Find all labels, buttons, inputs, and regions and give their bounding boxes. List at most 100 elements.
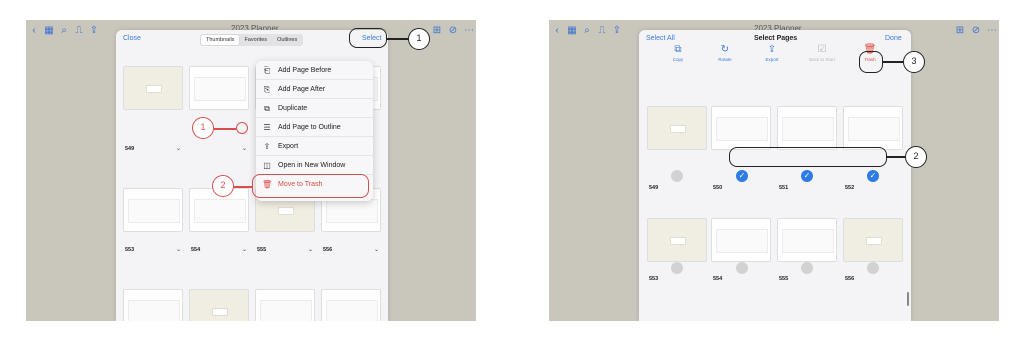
- page-content: [212, 308, 228, 316]
- page-content: [128, 199, 180, 223]
- menu-item-add-page-to-outline[interactable]: ☰ Add Page to Outline: [256, 119, 373, 137]
- search-icon[interactable]: ⌕: [581, 25, 593, 36]
- page-number: 556: [845, 276, 855, 282]
- chevron-down-icon[interactable]: ⌄: [374, 246, 379, 253]
- select-pages-sheet: Select All Select Pages Done ⧉ Copy ↻ Ro…: [639, 30, 911, 321]
- back-to-start-icon: ☑: [817, 44, 827, 55]
- page-thumbnail[interactable]: [321, 289, 381, 321]
- callout-leader-line: [887, 156, 905, 158]
- scrollbar[interactable]: [907, 292, 909, 306]
- bookmark-icon[interactable]: ⎍: [596, 25, 608, 36]
- select-highlight-ring: [349, 28, 387, 48]
- rotate-button[interactable]: ↻ Rotate: [705, 44, 745, 62]
- markup-icon[interactable]: ⊘: [447, 25, 459, 36]
- page-thumbnail[interactable]: [711, 218, 771, 262]
- back-icon[interactable]: ‹: [28, 25, 40, 36]
- tab-thumbnails[interactable]: Thumbnails: [201, 35, 240, 45]
- close-button[interactable]: Close: [123, 35, 141, 42]
- share-icon[interactable]: ⇪: [88, 25, 100, 36]
- page-thumbnail[interactable]: [189, 289, 249, 321]
- menu-item-label: Add Page After: [278, 86, 326, 93]
- page-number: 549: [125, 146, 135, 152]
- page-content: [716, 229, 768, 253]
- menu-item-label: Export: [278, 143, 299, 150]
- chevron-down-icon[interactable]: ⌄: [242, 246, 247, 253]
- page-thumbnail[interactable]: [189, 66, 249, 110]
- action-label: Copy: [672, 57, 684, 62]
- page-thumbnail[interactable]: [843, 218, 903, 262]
- page-thumbnail[interactable]: [843, 106, 903, 150]
- markup-icon[interactable]: ⊘: [970, 25, 982, 36]
- page-content: [848, 117, 900, 141]
- copy-button[interactable]: ⧉ Copy: [658, 44, 698, 62]
- page-thumbnail[interactable]: [647, 218, 707, 262]
- sheet-header: Close Thumbnails Favorites Outlines Sele…: [116, 30, 388, 50]
- page-number: 555: [257, 247, 267, 253]
- grid-icon[interactable]: ▦: [566, 25, 578, 36]
- menu-item-add-page-after[interactable]: ⎘ Add Page After: [256, 81, 373, 99]
- export-button[interactable]: ⇪ Export: [752, 44, 792, 62]
- page-thumbnail[interactable]: [711, 106, 771, 150]
- callout-number: 2: [212, 175, 234, 197]
- selection-circle[interactable]: [671, 170, 683, 182]
- more-icon[interactable]: ⋯: [986, 25, 998, 36]
- trash-highlight-ring: [252, 174, 369, 198]
- page-content: [782, 117, 834, 141]
- page-thumbnail[interactable]: [777, 218, 837, 262]
- back-to-start-button[interactable]: ☑ Back to Start: [802, 44, 842, 62]
- done-button[interactable]: Done: [885, 35, 902, 42]
- menu-item-open-in-new-window[interactable]: ◫ Open in New Window: [256, 157, 373, 175]
- left-screenshot-panel: ‹ ▦ ⌕ ⎍ ⇪ 2023 Planner ⊞ ⊘ ⋯ Close Thumb…: [26, 20, 476, 321]
- page-thumbnail[interactable]: [777, 106, 837, 150]
- back-icon[interactable]: ‹: [551, 25, 563, 36]
- callout-leader-line: [883, 61, 903, 63]
- page-number: 555: [779, 276, 789, 282]
- add-page-icon[interactable]: ⊞: [431, 25, 443, 36]
- selection-circle[interactable]: [736, 262, 748, 274]
- add-page-icon[interactable]: ⊞: [954, 25, 966, 36]
- page-number: 556: [323, 247, 333, 253]
- page-number: 553: [649, 276, 659, 282]
- share-icon[interactable]: ⇪: [611, 25, 623, 36]
- selection-circle[interactable]: [867, 262, 879, 274]
- page-content: [716, 117, 768, 141]
- selection-circle[interactable]: [801, 262, 813, 274]
- page-thumbnail[interactable]: [123, 66, 183, 110]
- page-thumbnail[interactable]: [255, 289, 315, 321]
- tab-outlines[interactable]: Outlines: [272, 35, 302, 45]
- page-content: [670, 125, 686, 133]
- menu-item-duplicate[interactable]: ⧉ Duplicate: [256, 100, 373, 118]
- tab-favorites[interactable]: Favorites: [239, 35, 272, 45]
- page-thumbnail[interactable]: [123, 289, 183, 321]
- selected-pages-highlight-ring: [729, 147, 887, 167]
- bookmark-icon[interactable]: ⎍: [73, 25, 85, 36]
- callout-number: 3: [903, 51, 925, 73]
- search-icon[interactable]: ⌕: [58, 25, 70, 36]
- view-segmented-control: Thumbnails Favorites Outlines: [200, 34, 304, 46]
- menu-item-export[interactable]: ⇪ Export: [256, 138, 373, 156]
- action-label: Back to Start: [809, 57, 835, 62]
- select-all-button[interactable]: Select All: [646, 35, 675, 42]
- callout-number: 1: [192, 117, 214, 139]
- sheet-title: Select Pages: [754, 35, 798, 42]
- chevron-down-icon[interactable]: ⌄: [176, 145, 181, 152]
- menu-item-add-page-before[interactable]: ⎗ Add Page Before: [256, 62, 373, 80]
- callout-number: 2: [905, 146, 927, 168]
- chevron-down-icon[interactable]: ⌄: [308, 246, 313, 253]
- selection-check-icon[interactable]: ✓: [867, 170, 879, 182]
- page-thumbnail[interactable]: [647, 106, 707, 150]
- callout-number: 1: [408, 28, 430, 50]
- selection-check-icon[interactable]: ✓: [736, 170, 748, 182]
- page-content: [194, 77, 246, 101]
- add-page-before-icon: ⎗: [263, 66, 271, 75]
- selection-circle[interactable]: [671, 262, 683, 274]
- selection-check-icon[interactable]: ✓: [801, 170, 813, 182]
- grid-icon[interactable]: ▦: [43, 25, 55, 36]
- page-thumbnail[interactable]: [123, 188, 183, 232]
- chevron-down-icon[interactable]: ⌄: [242, 145, 247, 152]
- chevron-down-icon[interactable]: ⌄: [176, 246, 181, 253]
- right-screenshot-panel: ‹ ▦ ⌕ ⎍ ⇪ 2023 Planner ⊞ ⊘ ⋯ Select All …: [549, 20, 999, 321]
- more-icon[interactable]: ⋯: [463, 25, 475, 36]
- action-label: Export: [765, 57, 779, 62]
- callout-leader-line: [214, 128, 236, 130]
